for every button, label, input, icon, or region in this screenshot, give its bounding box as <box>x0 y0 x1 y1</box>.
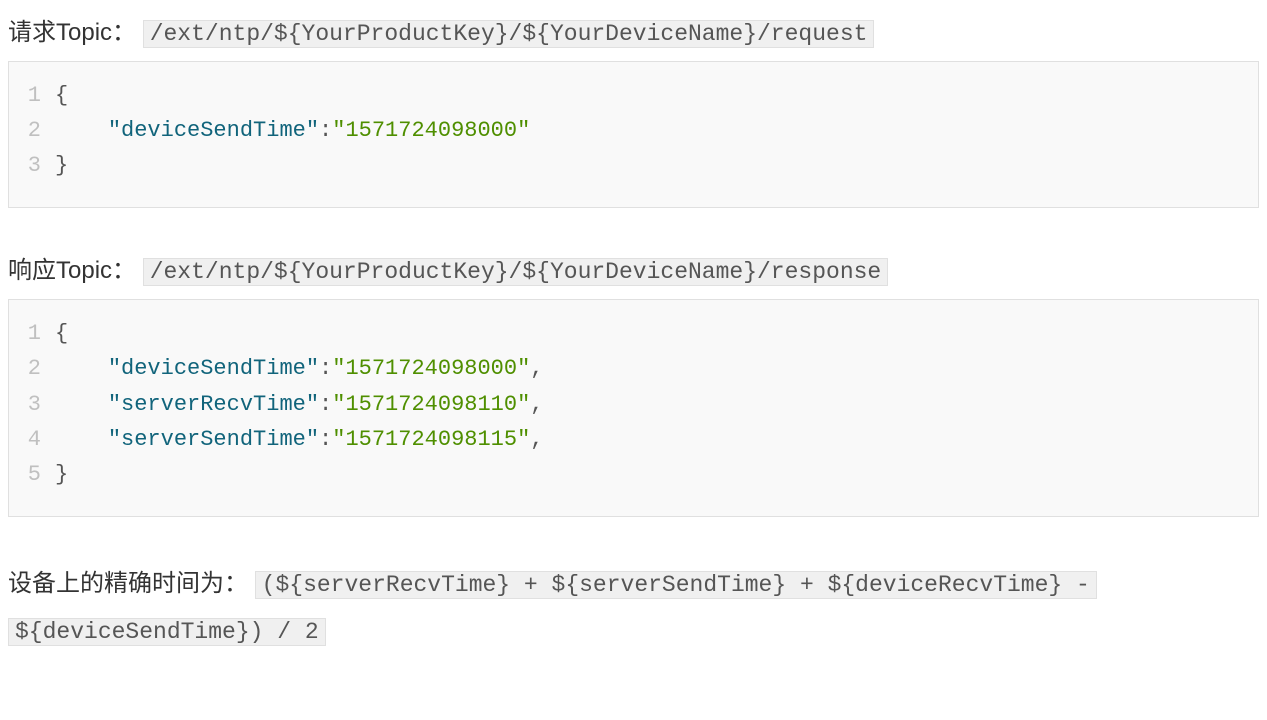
response-topic-line: 响应Topic： /ext/ntp/${YourProductKey}/${Yo… <box>8 252 1259 291</box>
code-content: } <box>55 148 68 183</box>
formula-expr-part1: (${serverRecvTime} + ${serverSendTime} +… <box>255 571 1097 599</box>
code-token-punct: , <box>530 356 543 381</box>
code-content: "serverRecvTime":"1571724098110", <box>55 387 544 422</box>
code-token-key: "serverSendTime" <box>108 427 319 452</box>
code-token-punct <box>55 118 108 143</box>
code-token-punct: : <box>319 392 332 417</box>
code-line: 3} <box>9 148 1258 183</box>
line-number: 3 <box>9 148 55 183</box>
code-token-key: "serverRecvTime" <box>108 392 319 417</box>
code-token-str: "1571724098000" <box>332 118 530 143</box>
code-token-punct <box>55 356 108 381</box>
code-line: 1{ <box>9 78 1258 113</box>
response-code-block: 1{2 "deviceSendTime":"1571724098000",3 "… <box>8 299 1259 517</box>
response-topic-path: /ext/ntp/${YourProductKey}/${YourDeviceN… <box>143 258 889 286</box>
code-token-punct: , <box>530 427 543 452</box>
request-topic-line: 请求Topic： /ext/ntp/${YourProductKey}/${Yo… <box>8 14 1259 53</box>
code-line: 2 "deviceSendTime":"1571724098000", <box>9 351 1258 386</box>
request-topic-label: 请求Topic： <box>8 19 136 46</box>
code-token-str: "1571724098000" <box>332 356 530 381</box>
code-content: } <box>55 457 68 492</box>
code-token-punct <box>55 427 108 452</box>
request-code-block: 1{2 "deviceSendTime":"1571724098000"3} <box>8 61 1259 209</box>
line-number: 1 <box>9 78 55 113</box>
code-content: { <box>55 316 68 351</box>
code-token-brace: } <box>55 153 68 178</box>
code-token-punct: : <box>319 118 332 143</box>
code-token-brace: { <box>55 321 68 346</box>
line-number: 2 <box>9 351 55 386</box>
code-line: 3 "serverRecvTime":"1571724098110", <box>9 387 1258 422</box>
code-token-brace: } <box>55 462 68 487</box>
code-token-key: "deviceSendTime" <box>108 118 319 143</box>
line-number: 4 <box>9 422 55 457</box>
code-content: { <box>55 78 68 113</box>
code-line: 4 "serverSendTime":"1571724098115", <box>9 422 1258 457</box>
code-token-punct <box>55 392 108 417</box>
code-token-str: "1571724098115" <box>332 427 530 452</box>
code-token-brace: { <box>55 83 68 108</box>
line-number: 5 <box>9 457 55 492</box>
code-token-key: "deviceSendTime" <box>108 356 319 381</box>
request-topic-path: /ext/ntp/${YourProductKey}/${YourDeviceN… <box>143 20 875 48</box>
code-line: 5} <box>9 457 1258 492</box>
code-token-punct: : <box>319 356 332 381</box>
code-content: "deviceSendTime":"1571724098000" <box>55 113 530 148</box>
formula-line: 设备上的精确时间为： (${serverRecvTime} + ${server… <box>8 561 1259 654</box>
response-topic-label: 响应Topic： <box>8 257 136 284</box>
formula-expr-part2: ${deviceSendTime}) / 2 <box>8 618 326 646</box>
line-number: 3 <box>9 387 55 422</box>
code-token-str: "1571724098110" <box>332 392 530 417</box>
formula-label: 设备上的精确时间为： <box>8 570 248 597</box>
code-token-punct: : <box>319 427 332 452</box>
code-content: "deviceSendTime":"1571724098000", <box>55 351 544 386</box>
code-content: "serverSendTime":"1571724098115", <box>55 422 544 457</box>
code-line: 2 "deviceSendTime":"1571724098000" <box>9 113 1258 148</box>
code-line: 1{ <box>9 316 1258 351</box>
code-token-punct: , <box>530 392 543 417</box>
line-number: 2 <box>9 113 55 148</box>
line-number: 1 <box>9 316 55 351</box>
